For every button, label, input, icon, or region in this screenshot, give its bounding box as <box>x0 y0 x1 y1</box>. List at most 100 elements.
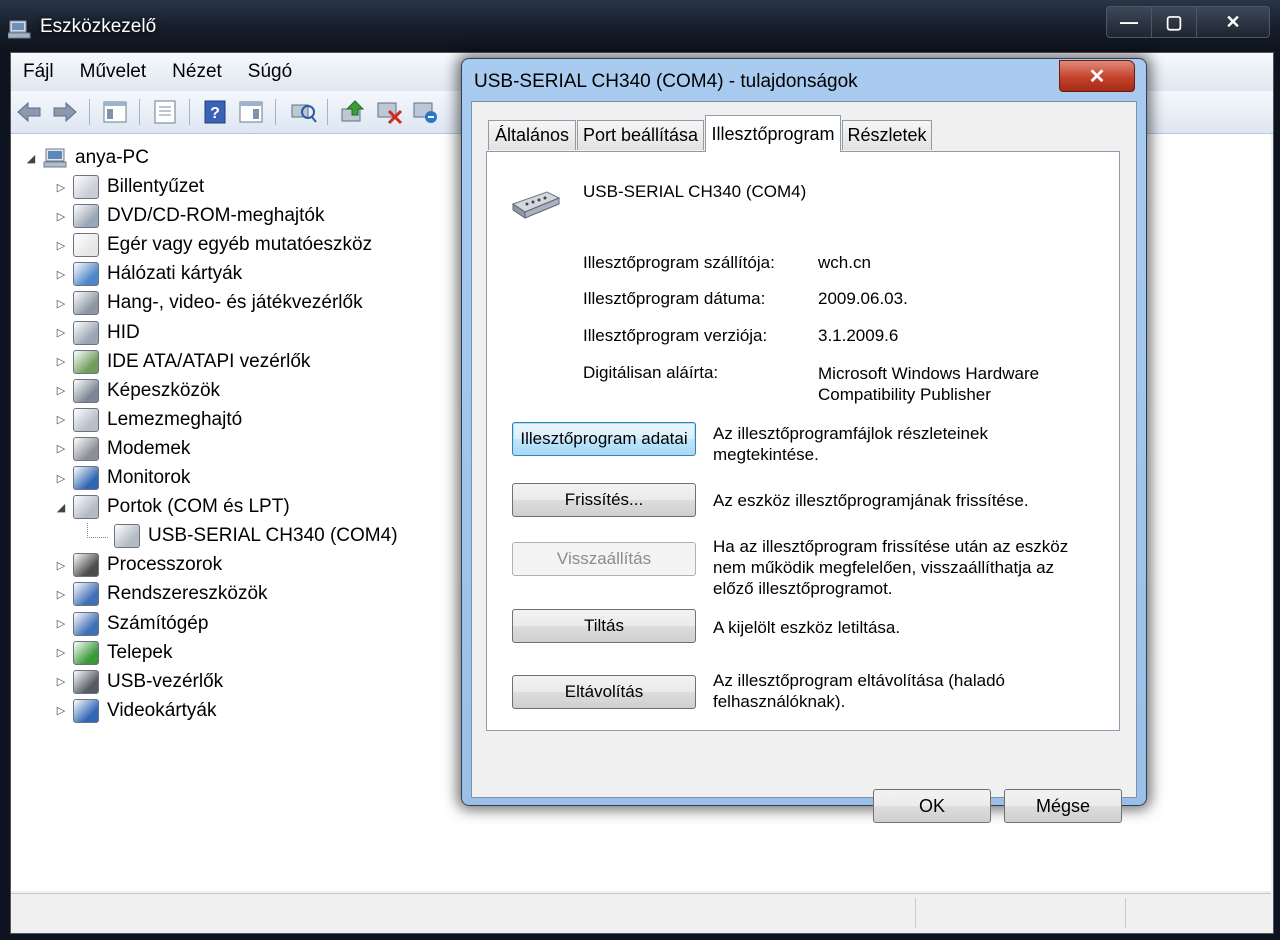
forward-icon[interactable] <box>51 99 79 125</box>
tree-category-item[interactable]: ▷ Modemek <box>55 435 190 463</box>
toolbar-separator <box>89 99 90 125</box>
scan-hardware-icon[interactable] <box>289 99 317 125</box>
uninstall-device-icon[interactable] <box>411 99 439 125</box>
maximize-button[interactable]: ▢ <box>1151 6 1197 38</box>
tree-item-label: Egér vagy egyéb mutatóeszköz <box>107 234 373 256</box>
expand-arrow-icon[interactable]: ▷ <box>55 413 67 426</box>
expand-arrow-icon[interactable]: ▷ <box>55 384 67 397</box>
toolbar-separator <box>139 99 140 125</box>
tab-details[interactable]: Részletek <box>842 120 932 150</box>
minimize-button[interactable]: — <box>1106 6 1152 38</box>
tree-category-item[interactable]: ▷ Hang-, video- és játékvezérlők <box>55 289 363 317</box>
expand-arrow-icon[interactable]: ▷ <box>55 588 67 601</box>
expand-arrow-icon[interactable]: ▷ <box>55 675 67 688</box>
expand-arrow-icon[interactable]: ▷ <box>55 472 67 485</box>
close-button[interactable]: ✕ <box>1196 6 1270 38</box>
close-icon: ✕ <box>1088 65 1106 88</box>
driver-details-description: Az illesztőprogramfájlok részleteinek me… <box>713 424 988 464</box>
tree-category-item[interactable]: ▷ Billentyűzet <box>55 173 204 201</box>
tree-category-item[interactable]: ▷ Processzorok <box>55 551 222 579</box>
menu-help[interactable]: Súgó <box>236 61 306 83</box>
expand-arrow-icon[interactable]: ▷ <box>55 210 67 223</box>
tree-item-label: Processzorok <box>107 554 223 576</box>
update-driver-icon[interactable] <box>339 99 367 125</box>
disable-description: A kijelölt eszköz letiltása. <box>713 618 901 637</box>
version-value: 3.1.2009.6 <box>818 326 899 345</box>
tree-category-item[interactable]: ▷ DVD/CD-ROM-meghajtók <box>55 202 324 230</box>
imaging-device-icon <box>73 378 99 403</box>
tree-category-item[interactable]: ▷ Telepek <box>55 639 173 667</box>
update-driver-button[interactable]: Frissítés... <box>512 483 696 517</box>
toolbar-separator <box>327 99 328 125</box>
uninstall-button[interactable]: Eltávolítás <box>512 675 696 709</box>
tab-port-settings[interactable]: Port beállítása <box>577 120 704 150</box>
action-pane-icon[interactable] <box>237 99 265 125</box>
dialog-body: Általános Port beállítása Illesztőprogra… <box>471 101 1137 823</box>
expand-arrow-icon[interactable]: ▷ <box>55 559 67 572</box>
disable-device-icon[interactable] <box>375 99 403 125</box>
expand-arrow-icon[interactable]: ▷ <box>55 617 67 630</box>
tab-general[interactable]: Általános <box>488 120 576 150</box>
expand-arrow-icon[interactable]: ▷ <box>55 326 67 339</box>
status-bar <box>11 893 1271 932</box>
back-icon[interactable] <box>15 99 43 125</box>
ok-button[interactable]: OK <box>873 789 991 823</box>
expand-arrow-icon[interactable]: ▷ <box>55 268 67 281</box>
tree-category-item[interactable]: ▷ Rendszereszközök <box>55 580 268 608</box>
tree-category-item[interactable]: ▷ Képeszközök <box>55 377 220 405</box>
roll-back-driver-button[interactable]: Visszaállítás <box>512 542 696 576</box>
expand-arrow-icon[interactable]: ▷ <box>55 239 67 252</box>
tree-category-item[interactable]: ▷ Monitorok <box>55 464 190 492</box>
tree-category-item[interactable]: ▷ Hálózati kártyák <box>55 260 242 288</box>
dvd-drive-icon <box>73 204 99 229</box>
tree-category-item[interactable]: ◢ Portok (COM és LPT) <box>55 493 290 521</box>
tree-category-item[interactable]: ▷ IDE ATA/ATAPI vezérlők <box>55 348 310 376</box>
expand-arrow-icon[interactable]: ▷ <box>55 297 67 310</box>
tree-category-item[interactable]: ▷ Videokártyák <box>55 697 217 725</box>
computer-icon <box>43 148 67 168</box>
tree-connector <box>87 522 108 538</box>
menu-action[interactable]: Művelet <box>68 61 161 83</box>
expand-arrow-icon[interactable]: ▷ <box>55 181 67 194</box>
help-icon[interactable]: ? <box>201 99 229 125</box>
expand-arrow-icon[interactable]: ▷ <box>55 704 67 717</box>
dialog-close-button[interactable]: ✕ <box>1059 60 1135 92</box>
tab-driver[interactable]: Illesztőprogram <box>705 115 841 152</box>
collapse-arrow-icon[interactable]: ◢ <box>25 152 37 165</box>
tree-item-label: Monitorok <box>107 467 191 488</box>
disk-drive-icon <box>73 407 99 432</box>
driver-details-button[interactable]: Illesztőprogram adatai <box>512 422 696 456</box>
expand-arrow-icon[interactable]: ▷ <box>55 355 67 368</box>
tree-item-label: HID <box>107 321 140 343</box>
provider-label: Illesztőprogram szállítója: <box>583 253 775 272</box>
expand-arrow-icon[interactable]: ▷ <box>55 442 67 455</box>
tree-device-item[interactable]: USB-SERIAL CH340 (COM4) <box>87 522 398 550</box>
toolbar-separator <box>189 99 190 125</box>
tree-root[interactable]: ◢ anya-PC <box>25 144 149 172</box>
title-bar: Eszközkezelő — ▢ ✕ <box>0 0 1280 52</box>
tree-category-item[interactable]: ▷ USB-vezérlők <box>55 668 223 696</box>
status-divider <box>915 898 917 928</box>
menu-view[interactable]: Nézet <box>160 61 236 83</box>
close-icon: ✕ <box>1225 11 1241 32</box>
tree-category-item[interactable]: ▷ Egér vagy egyéb mutatóeszköz <box>55 231 372 259</box>
collapse-arrow-icon[interactable]: ◢ <box>55 501 67 514</box>
tree-item-label: Lemezmeghajtó <box>107 408 243 430</box>
properties-icon[interactable] <box>151 99 179 125</box>
tree-item-label: IDE ATA/ATAPI vezérlők <box>107 350 311 372</box>
disable-button[interactable]: Tiltás <box>512 609 696 643</box>
tree-category-item[interactable]: ▷ Számítógép <box>55 610 208 638</box>
menu-file[interactable]: Fájl <box>11 61 68 83</box>
tree-item-label: Portok (COM és LPT) <box>107 496 290 518</box>
provider-value: wch.cn <box>818 253 871 272</box>
cancel-button[interactable]: Mégse <box>1004 789 1122 823</box>
display-adapter-icon <box>73 698 99 723</box>
tree-category-item[interactable]: ▷ HID <box>55 319 140 347</box>
serial-port-icon <box>511 191 561 219</box>
tree-item-label: Rendszereszközök <box>107 583 268 605</box>
tree-item-label: USB-SERIAL CH340 (COM4) <box>148 525 398 547</box>
tree-category-item[interactable]: ▷ Lemezmeghajtó <box>55 406 242 434</box>
speaker-icon <box>73 291 99 316</box>
expand-arrow-icon[interactable]: ▷ <box>55 646 67 659</box>
show-hide-tree-icon[interactable] <box>101 99 129 125</box>
